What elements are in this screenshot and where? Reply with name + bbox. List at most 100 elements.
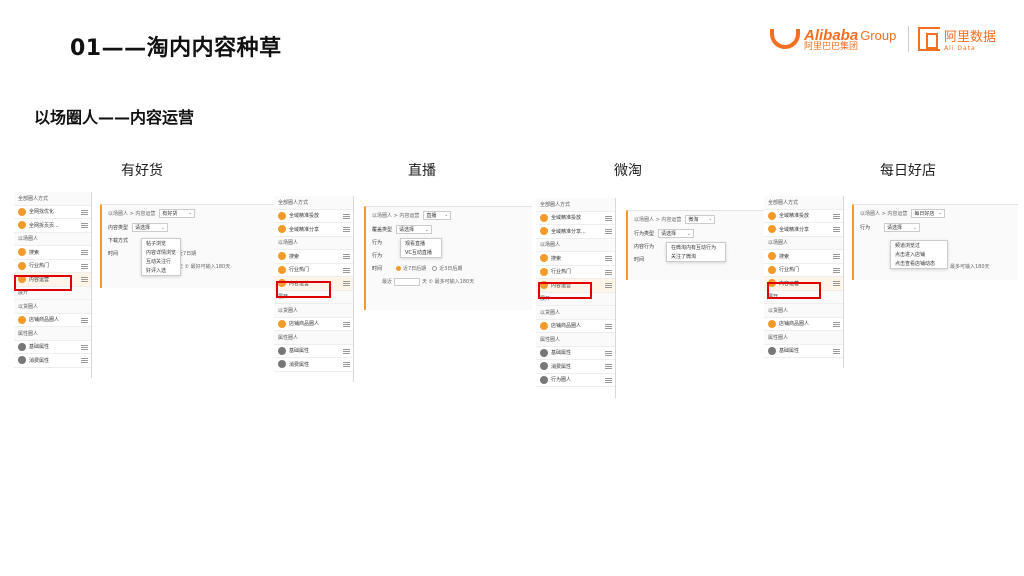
dropdown-item[interactable]: 好评入选 [142, 266, 180, 275]
dropdown-item[interactable]: 点击进入店铺 [891, 250, 947, 259]
menu-icon[interactable] [833, 227, 840, 232]
menu-icon[interactable] [343, 362, 350, 367]
section-subtitle: 以场圈人——内容运营 [34, 108, 195, 127]
sidebar-item[interactable]: 店铺商品圈人 [536, 320, 615, 333]
sidebar-item[interactable]: 行业热门 [14, 260, 91, 273]
sidebar-item-icon [18, 221, 26, 230]
dropdown-item[interactable]: 帖子浏览 [142, 239, 180, 248]
menu-icon[interactable] [343, 227, 350, 232]
sidebar-item[interactable]: 消费属性 [274, 358, 353, 372]
dropdown-item[interactable]: 互动关注行 [142, 257, 180, 266]
radio-off[interactable] [432, 266, 438, 271]
dropdown-item[interactable]: 点击查看店铺动态 [891, 259, 947, 268]
menu-icon[interactable] [605, 323, 612, 329]
menu-icon[interactable] [605, 215, 612, 221]
dropdown-item[interactable]: 频道浏览过 [891, 241, 947, 250]
menu-icon[interactable] [81, 209, 88, 215]
row-label: 覆盖类型 [372, 227, 393, 233]
dropdown-item[interactable]: 关注了微淘 [667, 252, 725, 261]
menu-icon[interactable] [605, 283, 612, 288]
sidebar-item[interactable]: 店铺商品圈人 [764, 318, 843, 331]
sidebar-item[interactable]: 全网拆页页... [14, 219, 91, 233]
menu-icon[interactable] [343, 281, 350, 286]
days-input[interactable] [394, 277, 421, 286]
menu-icon[interactable] [81, 317, 88, 323]
alibaba-logo: Alibaba Group 阿里巴巴集团 [770, 24, 896, 54]
sidebar-item[interactable]: 全域精准分享 [764, 223, 843, 237]
menu-icon[interactable] [833, 267, 840, 273]
menu-icon[interactable] [343, 213, 350, 219]
column-label-zhibo: 直播 [408, 163, 436, 179]
breadcrumb: 以场圈人 > 内容运营 [108, 210, 156, 217]
menu-icon[interactable] [605, 377, 612, 383]
menu-icon[interactable] [605, 229, 612, 234]
channel-select[interactable]: 有好货 [159, 208, 196, 218]
sidebar-item[interactable]: 店铺商品圈人 [14, 314, 91, 327]
sidebar-item-icon [278, 346, 286, 355]
row-label: 内容类型 [108, 225, 129, 231]
sidebar-item-label: 全域精准分享... [551, 228, 586, 235]
behavior-select[interactable]: 请选择 [884, 223, 920, 232]
menu-icon[interactable] [833, 321, 840, 327]
menu-icon[interactable] [605, 269, 612, 275]
sidebar-item-icon [18, 356, 26, 365]
sidebar-item[interactable]: 消费属性 [14, 354, 91, 368]
sidebar-item[interactable]: 全域精准分享 [274, 223, 353, 237]
dropdown-item[interactable]: 内容详情浏览 [142, 248, 180, 257]
menu-icon[interactable] [605, 350, 612, 356]
menu-icon[interactable] [81, 358, 88, 363]
sidebar-item-icon [768, 225, 776, 234]
sidebar-item[interactable]: 基础属性 [14, 341, 91, 354]
sidebar-item[interactable]: 全域精准投放 [274, 210, 353, 223]
sidebar-item[interactable]: 行业热门 [764, 264, 843, 277]
sidebar-item[interactable]: 店铺商品圈人 [274, 318, 353, 331]
sidebar-item[interactable]: 基础属性 [274, 345, 353, 358]
menu-icon[interactable] [343, 321, 350, 327]
channel-select[interactable]: 每日好店 [911, 208, 946, 218]
menu-icon[interactable] [833, 281, 840, 286]
sidebar-item[interactable]: 行为圈人 [536, 374, 615, 387]
sidebar-item[interactable]: 搜索 [274, 250, 353, 264]
menu-icon[interactable] [833, 348, 840, 354]
content-type-select[interactable]: 请选择 [132, 223, 168, 232]
sidebar-item-label: 行为圈人 [551, 377, 572, 384]
sidebar-item[interactable]: 消费属性 [536, 360, 615, 374]
sidebar-item[interactable]: 全域精准分享... [536, 225, 615, 239]
sidebar-item[interactable]: 基础属性 [764, 345, 843, 358]
sidebar-item[interactable]: 全域精准投放 [536, 212, 615, 225]
sidebar-item[interactable]: 搜索 [764, 250, 843, 264]
menu-icon[interactable] [81, 277, 88, 282]
menu-icon[interactable] [833, 254, 840, 259]
dropdown-item[interactable]: VC互动直播 [401, 248, 441, 257]
dropdown-item[interactable]: 观看直播 [401, 239, 441, 248]
menu-icon[interactable] [343, 267, 350, 273]
sidebar-item[interactable]: 行业热门 [536, 266, 615, 279]
sidebar-item-label: 消费属性 [289, 361, 310, 368]
menu-icon[interactable] [81, 344, 88, 350]
menu-icon[interactable] [605, 364, 612, 369]
cover-type-select[interactable]: 请选择 [396, 225, 432, 234]
radio-on[interactable] [396, 266, 401, 271]
channel-select[interactable]: 直播 [423, 210, 452, 220]
menu-icon[interactable] [343, 254, 350, 259]
sidebar-item-label: 基础属性 [551, 350, 572, 357]
menu-icon[interactable] [343, 348, 350, 354]
sidebar-item[interactable]: 搜索 [536, 252, 615, 266]
menu-icon[interactable] [81, 223, 88, 228]
sidebar-item-label: 以场圈人 [18, 236, 39, 243]
sidebar-item[interactable]: 全网找优化 [14, 206, 91, 219]
channel-select[interactable]: 微淘 [685, 214, 716, 224]
menu-icon[interactable] [605, 256, 612, 261]
menu-icon[interactable] [81, 263, 88, 269]
behavior-type-select[interactable]: 请选择 [658, 229, 694, 238]
sidebar-item: 属性圈人 [764, 331, 843, 345]
dropdown-item[interactable]: 在微淘内有互动行为 [667, 243, 725, 252]
menu-icon[interactable] [833, 213, 840, 219]
menu-icon[interactable] [81, 250, 88, 255]
sidebar-item-icon [540, 348, 548, 357]
sidebar-item[interactable]: 搜索 [14, 246, 91, 260]
sidebar-item[interactable]: 行业热门 [274, 264, 353, 277]
sidebar-item[interactable]: 全域精准投放 [764, 210, 843, 223]
sidebar-item[interactable]: 基础属性 [536, 347, 615, 360]
sidebar-item-label: 基础属性 [289, 348, 310, 355]
